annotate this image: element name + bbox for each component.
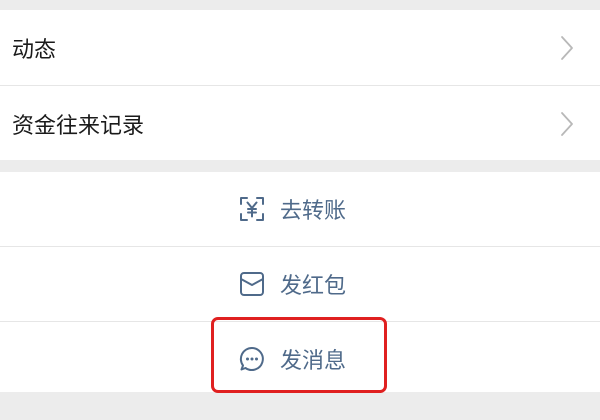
yuan-transfer-icon <box>240 197 264 221</box>
menu-item-label: 资金往来记录 <box>12 113 145 139</box>
transfer-button-content: 去转账 <box>238 193 346 225</box>
chevron-right-icon <box>561 111 573 136</box>
red-envelope-button[interactable]: 发红包 <box>0 247 600 321</box>
send-message-label: 发消息 <box>280 349 347 374</box>
menu-item-moments[interactable]: 动态 <box>0 10 600 85</box>
chevron-right-icon <box>561 35 573 60</box>
action-group: 去转账 发红包 发消息 <box>0 172 600 392</box>
menu-item-label: 动态 <box>12 37 57 63</box>
red-envelope-label: 发红包 <box>280 274 347 299</box>
send-message-button[interactable]: 发消息 <box>0 322 600 396</box>
red-envelope-button-content: 发红包 <box>238 268 346 300</box>
chat-bubble-icon <box>239 346 264 371</box>
menu-item-fund-records[interactable]: 资金往来记录 <box>0 86 600 161</box>
menu-group: 动态 资金往来记录 <box>0 10 600 160</box>
red-envelope-icon <box>240 272 264 296</box>
transfer-button[interactable]: 去转账 <box>0 172 600 246</box>
transfer-label: 去转账 <box>280 199 347 224</box>
send-message-button-content: 发消息 <box>238 343 346 375</box>
